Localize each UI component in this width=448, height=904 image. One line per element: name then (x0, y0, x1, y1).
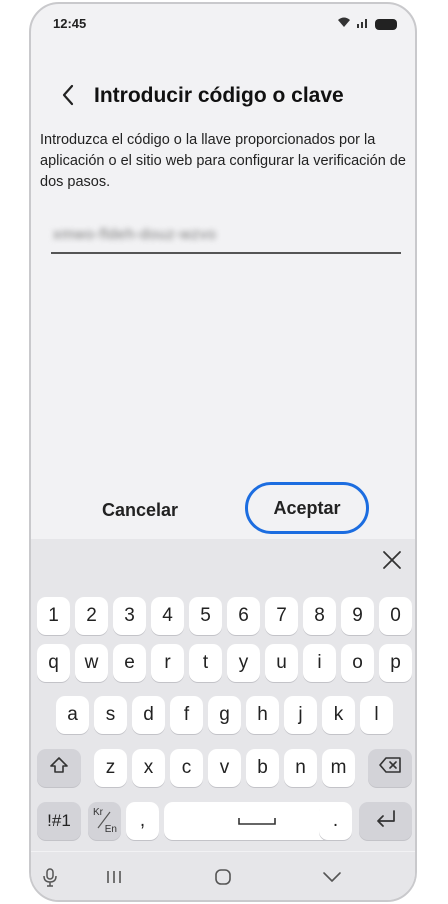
recent-apps-button[interactable] (99, 868, 129, 890)
description-text: Introduzca el código o la llave proporci… (40, 132, 406, 190)
keyboard-row-qwerty: q w e r t y u i o p (37, 644, 412, 684)
key-p[interactable]: p (379, 644, 412, 682)
language-key[interactable]: Kr En (88, 802, 121, 840)
microphone-icon (42, 867, 58, 892)
language-en-label: En (104, 824, 117, 835)
key-u[interactable]: u (265, 644, 298, 682)
keyboard-close-button[interactable] (379, 549, 405, 575)
key-f[interactable]: f (170, 696, 203, 734)
accept-button[interactable]: Aceptar (245, 482, 369, 534)
enter-key[interactable] (359, 802, 412, 840)
key-z[interactable]: z (94, 749, 127, 787)
key-r[interactable]: r (151, 644, 184, 682)
key-4[interactable]: 4 (151, 597, 184, 635)
home-button[interactable] (208, 868, 238, 890)
key-0[interactable]: 0 (379, 597, 412, 635)
recent-apps-icon (105, 869, 123, 890)
key-6[interactable]: 6 (227, 597, 260, 635)
keyboard: 1 2 3 4 5 6 7 8 9 0 q w e r t y u i o p … (31, 539, 415, 851)
key-s[interactable]: s (94, 696, 127, 734)
comma-key[interactable]: , (126, 802, 159, 840)
shift-key[interactable] (37, 749, 81, 787)
dialog-actions: Cancelar Aceptar (31, 482, 415, 538)
key-x[interactable]: x (132, 749, 165, 787)
code-input-value: xmwo-fldeh-douz-wzvo (53, 226, 217, 243)
backspace-icon (378, 756, 402, 780)
chevron-left-icon (61, 84, 75, 111)
page-title: Introducir código o clave (94, 84, 344, 107)
status-icons (337, 15, 397, 33)
code-input[interactable]: xmwo-fldeh-douz-wzvo (51, 218, 401, 254)
key-y[interactable]: y (227, 644, 260, 682)
voice-input-button[interactable] (35, 867, 65, 892)
key-k[interactable]: k (322, 696, 355, 734)
shift-icon (49, 755, 69, 781)
key-w[interactable]: w (75, 644, 108, 682)
keyboard-row-asdf: a s d f g h j k l (37, 696, 411, 736)
key-3[interactable]: 3 (113, 597, 146, 635)
key-o[interactable]: o (341, 644, 374, 682)
key-2[interactable]: 2 (75, 597, 108, 635)
close-icon (382, 550, 402, 575)
key-h[interactable]: h (246, 696, 279, 734)
back-button[interactable] (53, 82, 83, 112)
enter-icon (374, 808, 398, 834)
wifi-icon (337, 15, 351, 33)
backspace-key[interactable] (368, 749, 412, 787)
key-7[interactable]: 7 (265, 597, 298, 635)
key-g[interactable]: g (208, 696, 241, 734)
key-n[interactable]: n (284, 749, 317, 787)
key-m[interactable]: m (322, 749, 355, 787)
back-nav-button[interactable] (317, 868, 347, 890)
key-c[interactable]: c (170, 749, 203, 787)
key-d[interactable]: d (132, 696, 165, 734)
navigation-bar (31, 852, 415, 900)
key-e[interactable]: e (113, 644, 146, 682)
keyboard-row-zxcv: z x c v b n m (37, 749, 412, 789)
key-i[interactable]: i (303, 644, 336, 682)
battery-icon (375, 18, 397, 30)
keyboard-number-row: 1 2 3 4 5 6 7 8 9 0 (37, 597, 412, 637)
period-key[interactable]: . (319, 802, 352, 840)
key-a[interactable]: a (56, 696, 89, 734)
signal-icon (356, 15, 370, 33)
key-l[interactable]: l (360, 696, 393, 734)
cancel-button[interactable]: Cancelar (75, 488, 205, 532)
key-v[interactable]: v (208, 749, 241, 787)
key-9[interactable]: 9 (341, 597, 374, 635)
key-b[interactable]: b (246, 749, 279, 787)
key-5[interactable]: 5 (189, 597, 222, 635)
key-j[interactable]: j (284, 696, 317, 734)
key-1[interactable]: 1 (37, 597, 70, 635)
key-t[interactable]: t (189, 644, 222, 682)
key-q[interactable]: q (37, 644, 70, 682)
keyboard-row-bottom: !#1 Kr En , . (37, 802, 412, 842)
status-time: 12:45 (53, 16, 87, 31)
page-header: Introducir código o clave (31, 74, 415, 122)
chevron-down-icon (322, 870, 342, 889)
status-bar: 12:45 (31, 4, 415, 42)
key-8[interactable]: 8 (303, 597, 336, 635)
home-icon (214, 868, 232, 891)
space-icon (237, 810, 277, 832)
symbols-key[interactable]: !#1 (37, 802, 81, 840)
phone-frame: 12:45 Introducir código o clave Introduz… (29, 2, 417, 902)
